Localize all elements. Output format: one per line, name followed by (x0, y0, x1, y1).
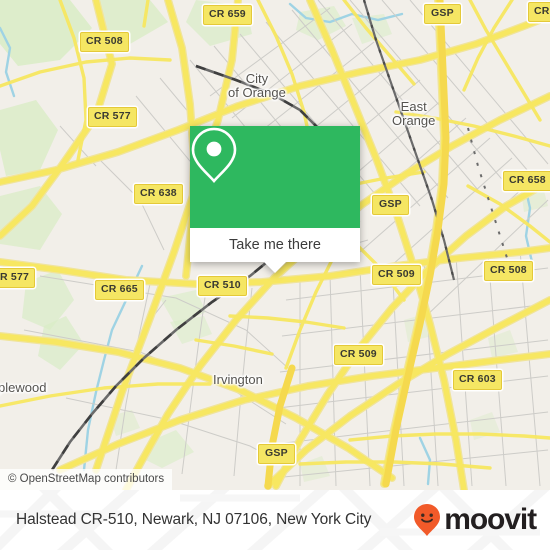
road-shield-gsp-north[interactable]: GSP (424, 4, 461, 24)
osm-attribution[interactable]: © OpenStreetMap contributors (0, 469, 173, 490)
road-shield-cr-510[interactable]: CR 510 (198, 276, 247, 296)
road-shield-cr-665[interactable]: CR 665 (95, 280, 144, 300)
moovit-smiley-pin-icon (414, 504, 441, 536)
road-shield-cr-577-nw[interactable]: CR 577 (88, 107, 137, 127)
road-shield-cr-638[interactable]: CR 638 (134, 184, 183, 204)
road-shield-gsp-mid[interactable]: GSP (372, 195, 409, 215)
place-label-line1: Irvington (213, 372, 263, 387)
road-shield-cr-603[interactable]: CR 603 (453, 370, 502, 390)
place-label-line2: Orange (392, 113, 436, 128)
location-popup[interactable]: Take me there (190, 126, 360, 273)
road-shield-cr-658[interactable]: CR 658 (503, 171, 550, 191)
road-shield-cr-partial[interactable]: CR (528, 2, 550, 22)
place-label-maplewood: plewood (0, 381, 46, 395)
map-canvas[interactable]: City of Orange East Orange Irvington ple… (0, 0, 550, 490)
road-shield-cr-509-ne[interactable]: CR 509 (372, 265, 421, 285)
map-page: City of Orange East Orange Irvington ple… (0, 0, 550, 550)
place-label-line2: of Orange (228, 85, 286, 100)
moovit-logo[interactable]: moovit (412, 503, 537, 537)
road-shield-cr-508-e[interactable]: CR 508 (484, 261, 533, 281)
place-label-line1: plewood (0, 380, 47, 395)
take-me-there-label: Take me there (229, 237, 321, 253)
popup-tail (264, 262, 286, 273)
map-pin-icon (191, 127, 237, 183)
road-shield-cr-508-nw[interactable]: CR 508 (80, 32, 129, 52)
take-me-there-button[interactable]: Take me there (190, 228, 360, 262)
address-text: Halstead CR-510, Newark, NJ 07106, New Y… (16, 511, 372, 528)
road-shield-cr-659[interactable]: CR 659 (203, 5, 252, 25)
road-shield-cr-577-sw[interactable]: R 577 (0, 268, 36, 288)
moovit-wordmark: moovit (444, 503, 537, 536)
popup-header (190, 126, 360, 228)
place-label-line1: City (245, 71, 269, 86)
place-label-city-of-orange: City of Orange (228, 72, 286, 100)
road-shield-gsp-south[interactable]: GSP (258, 444, 295, 464)
place-label-irvington: Irvington (213, 373, 263, 387)
place-label-east-orange: East Orange (392, 100, 435, 128)
place-label-line1: East (400, 99, 427, 114)
road-shield-cr-509-s[interactable]: CR 509 (334, 345, 383, 365)
footer-bar: Halstead CR-510, Newark, NJ 07106, New Y… (0, 490, 550, 550)
